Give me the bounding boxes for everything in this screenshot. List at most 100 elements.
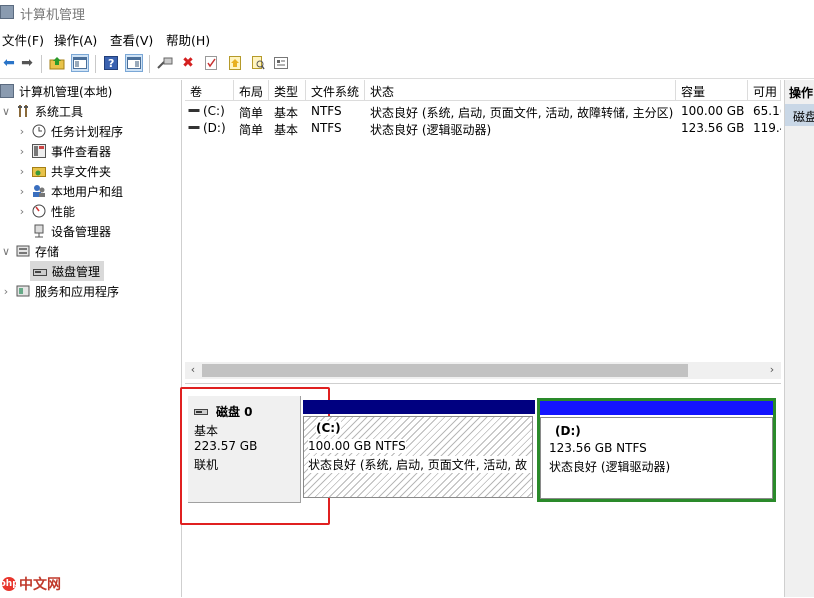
- menu-action[interactable]: 操作(A): [54, 30, 97, 49]
- device-manager-icon: [32, 224, 46, 238]
- toolbar: ⬅ ➡ ? ✖: [0, 50, 814, 79]
- tree-item-label: 服务和应用程序: [35, 284, 120, 299]
- tree-item-label: 设备管理器: [51, 224, 112, 239]
- tree-item-device-manager[interactable]: 设备管理器: [28, 221, 111, 241]
- partition-status: 状态良好 (逻辑驱动器): [549, 460, 671, 474]
- tree-root[interactable]: 计算机管理(本地): [0, 81, 112, 101]
- cell-status: 状态良好 (逻辑驱动器): [370, 123, 492, 137]
- tree-item-label: 性能: [51, 204, 76, 219]
- menu-view[interactable]: 查看(V): [110, 30, 153, 49]
- cell-filesystem: NTFS: [311, 104, 342, 118]
- disk-icon: [33, 264, 47, 278]
- menu-help[interactable]: 帮助(H): [166, 30, 210, 49]
- cell-layout: 简单: [239, 123, 264, 137]
- help-icon[interactable]: ?: [102, 54, 120, 72]
- tree-item-label: 磁盘管理: [52, 264, 101, 279]
- open-icon[interactable]: [226, 54, 244, 72]
- check-icon[interactable]: [202, 54, 220, 72]
- chevron-down-icon[interactable]: ∨: [0, 105, 12, 118]
- tree-item-performance[interactable]: › 性能: [16, 201, 75, 221]
- delete-icon[interactable]: ✖: [179, 54, 197, 72]
- show-hide-tree-icon[interactable]: [71, 54, 89, 72]
- tree-item-label: 事件查看器: [51, 144, 112, 159]
- column-header-status[interactable]: 状态: [365, 80, 676, 101]
- partition-c[interactable]: (C:) 100.00 GB NTFS 状态良好 (系统, 启动, 页面文件, …: [303, 400, 535, 498]
- forward-arrow-icon[interactable]: ➡: [18, 54, 36, 72]
- toolbar-separator: [149, 55, 150, 73]
- tree-item-event-viewer[interactable]: › 事件查看器: [16, 141, 111, 161]
- chevron-right-icon[interactable]: ›: [16, 165, 28, 178]
- watermark-text: 中文网: [19, 577, 61, 593]
- menu-file[interactable]: 文件(F): [2, 30, 44, 49]
- column-header-filesystem[interactable]: 文件系统: [306, 80, 365, 101]
- scrollbar-thumb[interactable]: [202, 364, 688, 377]
- chevron-down-icon[interactable]: ∨: [0, 245, 12, 258]
- php-logo-icon: php: [0, 577, 19, 591]
- column-header-layout[interactable]: 布局: [234, 80, 269, 101]
- tree-item-local-users[interactable]: › 本地用户和组: [16, 181, 123, 201]
- chevron-right-icon[interactable]: ›: [16, 205, 28, 218]
- partition-size: 100.00 GB NTFS: [308, 439, 406, 453]
- cell-status: 状态良好 (系统, 启动, 页面文件, 活动, 故障转储, 主分区): [370, 106, 674, 120]
- scroll-right-icon[interactable]: ›: [765, 363, 779, 376]
- tree-item-system-tools[interactable]: ∨ 系统工具: [0, 101, 83, 121]
- cell-capacity: 123.56 GB: [681, 121, 745, 135]
- svg-text:?: ?: [108, 57, 114, 70]
- users-icon: [32, 184, 46, 198]
- cell-layout: 简单: [239, 106, 264, 120]
- column-header-type[interactable]: 类型: [269, 80, 306, 101]
- partition-d[interactable]: (D:) 123.56 GB NTFS 状态良好 (逻辑驱动器): [537, 398, 776, 502]
- tree-item-label: 任务计划程序: [51, 124, 124, 139]
- tree-item-shared-folders[interactable]: › 共享文件夹: [16, 161, 111, 181]
- tree-item-disk-management[interactable]: 磁盘管理: [30, 261, 105, 281]
- menu-bar: 文件(F) 操作(A) 查看(V) 帮助(H): [0, 28, 814, 48]
- horizontal-scrollbar[interactable]: ‹ ›: [185, 362, 781, 379]
- partition-d-body: (D:) 123.56 GB NTFS 状态良好 (逻辑驱动器): [540, 417, 773, 499]
- back-arrow-icon[interactable]: ⬅: [0, 54, 18, 72]
- disk-graphical-view: 磁盘 0 基本 223.57 GB 联机 (C:) 100.00 GB NTFS…: [180, 383, 781, 598]
- tree-item-label: 本地用户和组: [51, 184, 124, 199]
- computer-management-icon: [0, 84, 14, 98]
- toolbar-separator: [41, 55, 42, 73]
- column-header-free[interactable]: 可用: [748, 80, 781, 101]
- watermark: php 中文网: [0, 573, 61, 595]
- search-icon[interactable]: [249, 54, 267, 72]
- scroll-left-icon[interactable]: ‹: [186, 363, 200, 376]
- clock-icon: [32, 124, 46, 138]
- actions-header: 操作: [789, 86, 814, 100]
- up-folder-icon[interactable]: [48, 54, 66, 72]
- properties-icon[interactable]: [272, 54, 290, 72]
- cell-type: 基本: [274, 106, 299, 120]
- cell-volume: (D:): [203, 121, 226, 135]
- column-header-volume[interactable]: 卷: [185, 80, 234, 101]
- actions-item-disk[interactable]: 磁盘: [785, 104, 814, 126]
- partition-letter: (D:): [555, 424, 581, 438]
- connect-icon[interactable]: [156, 54, 174, 72]
- tools-icon: [16, 104, 30, 118]
- volume-icon: [188, 104, 202, 121]
- tree-item-storage[interactable]: ∨ 存储: [0, 241, 59, 261]
- column-header-capacity[interactable]: 容量: [676, 80, 748, 101]
- tree-item-label: 系统工具: [35, 104, 84, 119]
- tree-item-task-scheduler[interactable]: › 任务计划程序: [16, 121, 123, 141]
- services-icon: [16, 284, 30, 298]
- performance-icon: [32, 204, 46, 218]
- partition-letter: (C:): [316, 421, 341, 435]
- chevron-right-icon[interactable]: ›: [16, 185, 28, 198]
- shared-folder-icon: [32, 164, 46, 178]
- cell-capacity: 100.00 GB: [681, 104, 745, 118]
- tree-item-services-apps[interactable]: › 服务和应用程序: [0, 281, 119, 301]
- primary-partition-bar: [303, 400, 535, 414]
- cell-free: 119.4: [753, 121, 781, 135]
- partition-c-body: (C:) 100.00 GB NTFS 状态良好 (系统, 启动, 页面文件, …: [303, 416, 533, 498]
- chevron-right-icon[interactable]: ›: [0, 285, 12, 298]
- title-bar: 计算机管理: [0, 0, 814, 26]
- actions-item-label: 磁盘: [793, 110, 814, 124]
- chevron-right-icon[interactable]: ›: [16, 125, 28, 138]
- show-hide-pane-icon[interactable]: [125, 54, 143, 72]
- chevron-right-icon[interactable]: ›: [16, 145, 28, 158]
- toolbar-separator: [95, 55, 96, 73]
- cell-free: 65.1(: [753, 104, 781, 118]
- console-tree: 计算机管理(本地) ∨ 系统工具 › 任务计划程序 › 事件查看器 › 共享文件…: [0, 80, 182, 597]
- volume-list: 卷 布局 类型 文件系统 状态 容量 可用 (C:) 简单 基本 NTFS 状态…: [185, 80, 781, 380]
